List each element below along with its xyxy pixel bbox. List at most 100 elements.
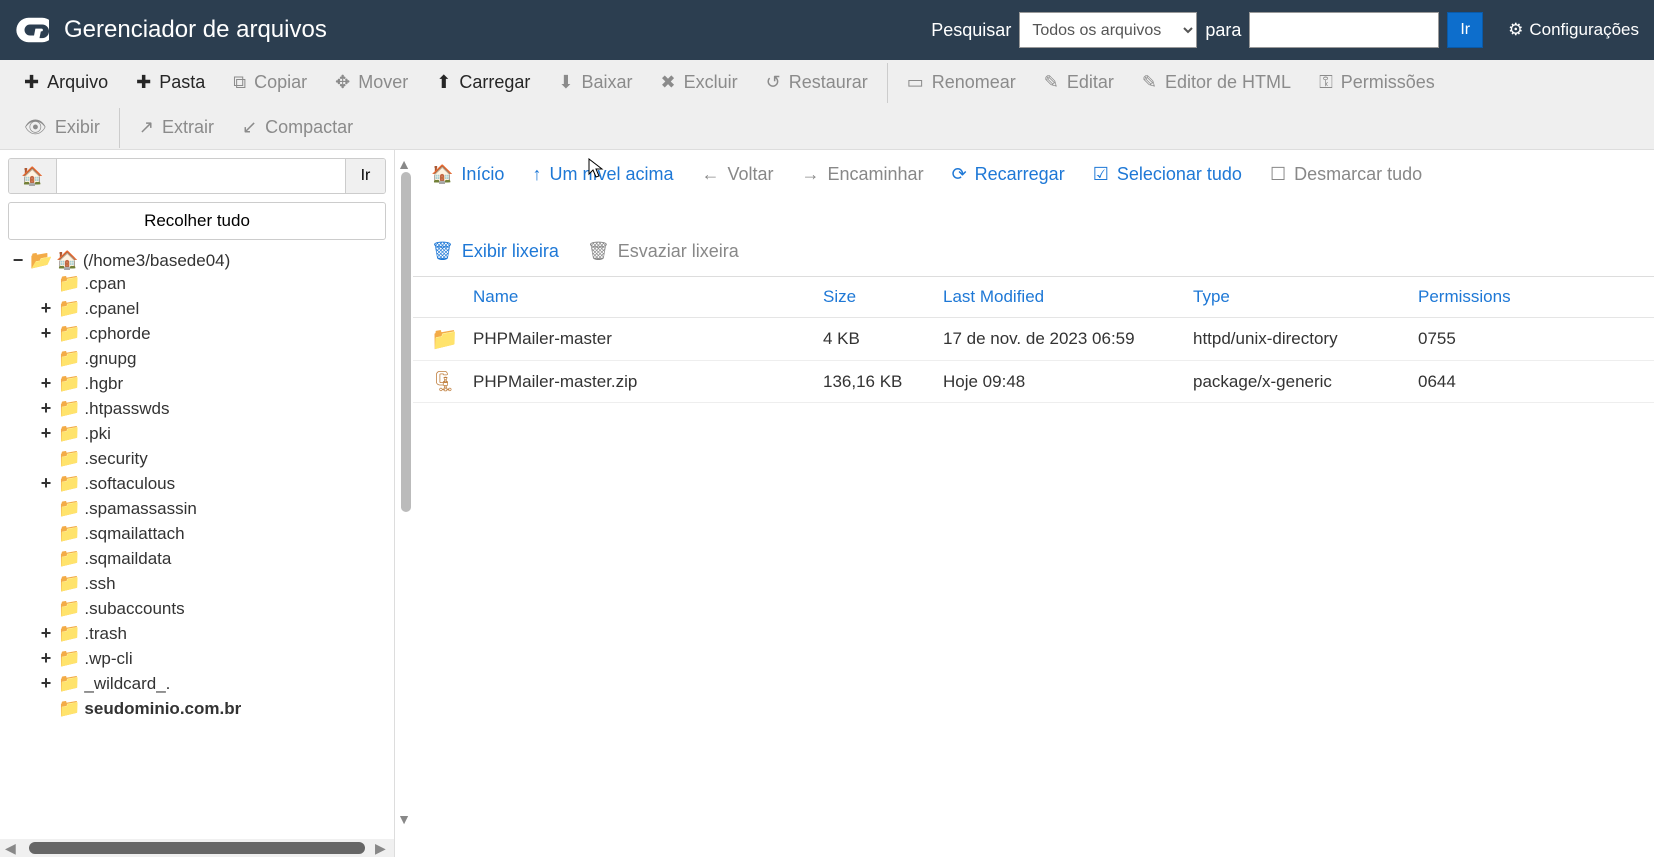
expander-icon[interactable]: + bbox=[38, 623, 54, 644]
nav-up-label: Um nível acima bbox=[549, 164, 673, 185]
tree-node[interactable]: +📁.htpasswds bbox=[38, 398, 394, 419]
folder-icon: 📁 bbox=[58, 423, 80, 444]
hscroll-thumb[interactable] bbox=[29, 842, 365, 854]
search-input[interactable] bbox=[1249, 12, 1439, 48]
tree-node[interactable]: +📁.wp-cli bbox=[38, 648, 394, 669]
arrow-left-icon: ← bbox=[701, 164, 719, 185]
expander-icon[interactable]: + bbox=[38, 423, 54, 444]
table-row[interactable]: 🗜PHPMailer-master.zip136,16 KBHoje 09:48… bbox=[413, 361, 1654, 403]
expander-icon[interactable]: + bbox=[38, 373, 54, 394]
col-permissions-header[interactable]: Permissions bbox=[1418, 287, 1538, 307]
download-button[interactable]: ⬇Baixar bbox=[544, 60, 646, 105]
gear-icon: ⚙ bbox=[1508, 20, 1523, 40]
file-table: Name Size Last Modified Type Permissions… bbox=[413, 277, 1654, 857]
tree-node[interactable]: 📁.sqmailattach bbox=[38, 523, 394, 544]
view-button[interactable]: 👁Exibir bbox=[10, 105, 114, 150]
nav-up-button[interactable]: ↑Um nível acima bbox=[532, 164, 673, 185]
cell-modified: 17 de nov. de 2023 06:59 bbox=[943, 329, 1193, 349]
plus-icon: ✚ bbox=[136, 72, 151, 93]
path-go-button[interactable]: Ir bbox=[345, 159, 385, 193]
search-scope-select[interactable]: Todos os arquivos bbox=[1019, 12, 1197, 48]
edit-icon: ✎ bbox=[1044, 72, 1059, 93]
tree-node[interactable]: 📁.subaccounts bbox=[38, 598, 394, 619]
nav-forward-button[interactable]: →Encaminhar bbox=[802, 164, 924, 185]
empty-trash-button[interactable]: 🗑Esvaziar lixeira bbox=[587, 241, 739, 262]
move-icon: ✥ bbox=[335, 72, 350, 93]
scroll-left-icon[interactable]: ◀ bbox=[5, 840, 19, 857]
sidebar-hscrollbar[interactable]: ◀ ▶ bbox=[0, 839, 394, 857]
sidebar-scrollbar-thumb[interactable] bbox=[401, 172, 411, 512]
tree-node[interactable]: 📁.cpan bbox=[38, 273, 394, 294]
permissions-button[interactable]: ⚿Permissões bbox=[1305, 60, 1449, 105]
toolbar-folder-label: Pasta bbox=[159, 72, 205, 93]
expander-icon[interactable]: + bbox=[38, 298, 54, 319]
col-modified-header[interactable]: Last Modified bbox=[943, 287, 1193, 307]
select-all-button[interactable]: ☑Selecionar tudo bbox=[1093, 164, 1242, 185]
scroll-down-icon[interactable]: ▼ bbox=[397, 811, 411, 827]
settings-button[interactable]: ⚙ Configurações bbox=[1508, 20, 1639, 40]
nav-back-button[interactable]: ←Voltar bbox=[701, 164, 773, 185]
tree-node[interactable]: +📁_wildcard_. bbox=[38, 673, 394, 694]
new-folder-button[interactable]: ✚ Pasta bbox=[122, 60, 219, 105]
tree-node[interactable]: 📁.gnupg bbox=[38, 348, 394, 369]
col-size-header[interactable]: Size bbox=[823, 287, 943, 307]
copy-button[interactable]: ⧉Copiar bbox=[219, 60, 321, 105]
expander-icon[interactable]: + bbox=[38, 398, 54, 419]
tree-node[interactable]: +📁.hgbr bbox=[38, 373, 394, 394]
col-type-header[interactable]: Type bbox=[1193, 287, 1418, 307]
home-icon: 🏠 bbox=[431, 164, 453, 185]
new-file-button[interactable]: ✚Arquivo bbox=[10, 60, 122, 105]
tree-node[interactable]: +📁.softaculous bbox=[38, 473, 394, 494]
path-input[interactable] bbox=[57, 159, 345, 193]
edit-button[interactable]: ✎Editar bbox=[1030, 60, 1128, 105]
expander-icon[interactable]: + bbox=[38, 473, 54, 494]
nav-home-button[interactable]: 🏠Início bbox=[431, 164, 504, 185]
upload-button[interactable]: ⬆Carregar bbox=[422, 60, 544, 105]
nav-reload-button[interactable]: ⟳Recarregar bbox=[952, 164, 1065, 185]
tree-node[interactable]: +📁.cpanel bbox=[38, 298, 394, 319]
expander-icon[interactable]: + bbox=[38, 648, 54, 669]
expander-icon[interactable]: + bbox=[38, 673, 54, 694]
home-icon: 🏠 bbox=[56, 250, 78, 271]
collapse-all-button[interactable]: Recolher tudo bbox=[8, 202, 386, 240]
cpanel-icon bbox=[15, 13, 49, 47]
sidebar: ▲ ▼ 🏠 Ir Recolher tudo − 📂 🏠 (/home3/bas… bbox=[0, 150, 395, 857]
toolbar-divider-2 bbox=[119, 108, 120, 148]
scroll-up-icon[interactable]: ▲ bbox=[397, 156, 411, 172]
folder-icon: 📁 bbox=[58, 298, 80, 319]
delete-button[interactable]: ✖Excluir bbox=[647, 60, 752, 105]
folder-icon: 📁 bbox=[58, 598, 80, 619]
tree-node[interactable]: 📁.ssh bbox=[38, 573, 394, 594]
tree-node[interactable]: 📁.security bbox=[38, 448, 394, 469]
tree-node[interactable]: 📁.sqmaildata bbox=[38, 548, 394, 569]
unselect-all-label: Desmarcar tudo bbox=[1294, 164, 1422, 185]
table-row[interactable]: 📁PHPMailer-master4 KB17 de nov. de 2023 … bbox=[413, 318, 1654, 361]
tree-node[interactable]: 📁.spamassassin bbox=[38, 498, 394, 519]
tree-root-node[interactable]: − 📂 🏠 (/home3/basede04) bbox=[10, 250, 394, 271]
tree-node-label: .security bbox=[84, 449, 147, 469]
tree-node[interactable]: 📁seudominio.com.br bbox=[38, 698, 394, 719]
tree-node[interactable]: +📁.cphorde bbox=[38, 323, 394, 344]
tree-node[interactable]: +📁.trash bbox=[38, 623, 394, 644]
scroll-right-icon[interactable]: ▶ bbox=[375, 840, 389, 857]
settings-label: Configurações bbox=[1529, 20, 1639, 40]
folder-icon: 📁 bbox=[58, 648, 80, 669]
col-name-header[interactable]: Name bbox=[473, 287, 823, 307]
move-button[interactable]: ✥Mover bbox=[321, 60, 422, 105]
rename-button[interactable]: ▭Renomear bbox=[893, 60, 1030, 105]
folder-icon: 📁 bbox=[58, 398, 80, 419]
path-home-button[interactable]: 🏠 bbox=[9, 159, 57, 193]
restore-button[interactable]: ↺Restaurar bbox=[752, 60, 882, 105]
compress-button[interactable]: ↙Compactar bbox=[228, 105, 367, 150]
unselect-all-button[interactable]: ☐Desmarcar tudo bbox=[1270, 164, 1422, 185]
sidebar-scrollbar[interactable] bbox=[401, 172, 411, 812]
expander-icon[interactable]: − bbox=[10, 250, 26, 271]
expander-icon[interactable]: + bbox=[38, 323, 54, 344]
cell-name: PHPMailer-master bbox=[473, 329, 823, 349]
extract-button[interactable]: ↗Extrair bbox=[125, 105, 228, 150]
show-trash-button[interactable]: 🗑Exibir lixeira bbox=[431, 241, 559, 262]
search-label: Pesquisar bbox=[931, 20, 1011, 41]
html-editor-button[interactable]: ✎Editor de HTML bbox=[1128, 60, 1305, 105]
tree-node[interactable]: +📁.pki bbox=[38, 423, 394, 444]
search-go-button[interactable]: Ir bbox=[1447, 12, 1483, 48]
